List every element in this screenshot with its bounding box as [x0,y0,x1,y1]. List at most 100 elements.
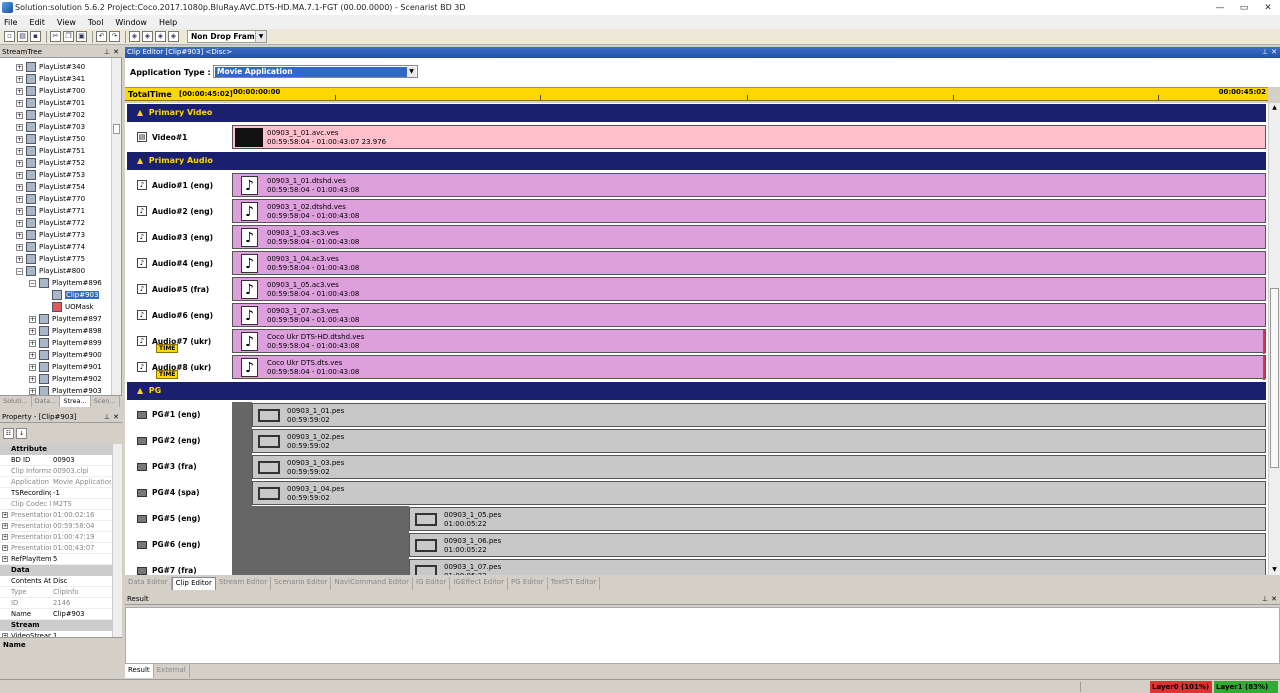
chevron-down-icon[interactable]: ▼ [407,67,416,77]
audio-clip[interactable]: ♪ 00903_1_03.ac3.ves 00:59:58:04 - 01:00:4… [232,225,1266,249]
tree-item-playlist[interactable]: + PlayList#703 [16,121,85,133]
tree-item-playitem[interactable]: + PlayItem#902 [29,373,102,385]
scroll-thumb[interactable] [113,124,120,134]
pg-track-label[interactable]: PG#4 (spa) [137,488,200,497]
editor-tab[interactable]: Data Editor [125,577,172,590]
expand-toggle-icon[interactable]: + [2,545,8,551]
audio-clip[interactable]: ♪ 00903_1_02.dtshd.ves 00:59:58:04 - 01:00… [232,199,1266,223]
expand-toggle-icon[interactable]: + [16,219,23,227]
property-row[interactable]: +PresentationEndTime00:59:58:04 [0,521,112,532]
tree-item-playlist[interactable]: + PlayList#702 [16,109,85,121]
audio-clip[interactable]: ♪ Coco Ukr DTS-HD.dtshd.ves 00:59:58:04 - … [232,329,1266,354]
property-value[interactable]: 00903.clpi [53,466,111,477]
expand-toggle-icon[interactable]: + [16,87,23,95]
tree-item-playitem[interactable]: + PlayItem#903 [29,385,102,395]
tab-stream[interactable]: Strea... [60,396,91,407]
property-row[interactable]: Type ClipInfo [0,587,112,598]
audio-track-label[interactable]: ♪ Audio#1 (eng) [137,180,213,190]
property-row[interactable]: Contents AttributeDisc [0,576,112,587]
property-row[interactable]: Application TypeMovie Application [0,477,112,488]
menu-tool[interactable]: Tool [88,18,104,27]
expand-toggle-icon[interactable]: + [16,63,23,71]
property-value[interactable]: 00903 [53,455,111,466]
property-value[interactable]: Disc [53,576,111,587]
expand-toggle-icon[interactable]: + [16,243,23,251]
tab-scenario[interactable]: Scen... [91,396,120,407]
pg-clip[interactable]: 00903_1_02.pes 00:59:59:02 [252,429,1266,453]
minimize-button[interactable]: — [1208,0,1232,15]
tree-item-playlist[interactable]: + PlayList#751 [16,145,85,157]
close-button[interactable]: ✕ [1256,0,1280,15]
pg-track-label[interactable]: PG#1 (eng) [137,410,200,419]
expand-toggle-icon[interactable]: + [16,183,23,191]
category-attribute[interactable]: Attribute [0,444,112,455]
redo-icon[interactable]: ↷ [109,31,120,42]
property-row[interactable]: +PresentationStartTime01:00:02:16 [0,510,112,521]
expand-toggle-icon[interactable]: + [2,556,8,562]
expand-toggle-icon[interactable]: + [16,75,23,83]
property-row[interactable]: + RefPlayItem 5 [0,554,112,565]
menu-edit[interactable]: Edit [29,18,45,27]
application-type-select[interactable]: Movie Application ▼ [213,65,418,78]
tab-solution[interactable]: Soluti... [0,396,32,407]
expand-toggle-icon[interactable]: + [16,231,23,239]
editor-tab[interactable]: TextST Editor [548,577,601,590]
property-value[interactable]: 2146 [53,598,111,609]
close-icon[interactable]: ✕ [113,412,119,423]
tree-item-playlist[interactable]: + PlayList#772 [16,217,85,229]
expand-toggle-icon[interactable]: − [16,267,23,275]
close-icon[interactable]: ✕ [113,47,119,58]
property-value[interactable]: 01:00:47:19 [53,532,111,543]
expand-toggle-icon[interactable]: + [16,147,23,155]
editor-tab[interactable]: Clip Editor [171,577,216,590]
pg-track-label[interactable]: PG#2 (eng) [137,436,200,445]
tree-item-uomask[interactable]: UOMask [42,301,94,313]
expand-toggle-icon[interactable]: + [29,315,36,323]
expand-toggle-icon[interactable]: + [16,135,23,143]
build-icon[interactable]: ◈ [129,31,140,42]
pin-icon[interactable]: ⊥ [1262,594,1268,605]
mux-icon[interactable]: ◈ [142,31,153,42]
audio-track-label[interactable]: ♪ Audio#3 (eng) [137,232,213,242]
expand-toggle-icon[interactable]: + [16,123,23,131]
tree-item-playlist[interactable]: + PlayList#775 [16,253,85,265]
expand-toggle-icon[interactable]: + [16,255,23,263]
pg-track-label[interactable]: PG#5 (eng) [137,514,200,523]
tree-item-playitem[interactable]: + PlayItem#901 [29,361,102,373]
tree-item-playlist[interactable]: − PlayList#800 [16,265,85,277]
property-value[interactable]: ClipInfo [53,587,111,598]
pg-clip[interactable]: 00903_1_04.pes 00:59:59:02 [252,481,1266,505]
menu-window[interactable]: Window [115,18,147,27]
expand-toggle-icon[interactable]: + [16,171,23,179]
format-icon[interactable]: ◈ [155,31,166,42]
property-value[interactable]: M2TS [53,499,111,510]
property-value[interactable]: 01:00:02:16 [53,510,111,521]
tab-external[interactable]: External [154,664,190,678]
property-row[interactable]: TSRecordingRate-1 [0,488,112,499]
property-row[interactable]: Name Clip#903 [0,609,112,620]
section-primary-audio[interactable]: ▲ Primary Audio [127,152,1266,170]
tab-data[interactable]: Data... [32,396,61,407]
menu-view[interactable]: View [57,18,76,27]
clip-editor-scrollbar[interactable]: ▲ ▼ [1268,103,1280,575]
category-data[interactable]: Data [0,565,112,576]
tree-item-clip[interactable]: Clip#903 [42,289,100,301]
expand-toggle-icon[interactable]: + [16,111,23,119]
scroll-thumb[interactable] [1270,288,1279,468]
cut-icon[interactable]: ✂ [50,31,61,42]
property-row[interactable]: +PresentationDuration01:00:47:19 [0,532,112,543]
expand-toggle-icon[interactable]: + [29,351,36,359]
menu-help[interactable]: Help [159,18,177,27]
scroll-down-icon[interactable]: ▼ [1270,565,1279,575]
expand-toggle-icon[interactable]: + [29,339,36,347]
open-icon[interactable]: ▤ [17,31,28,42]
expand-toggle-icon[interactable]: + [16,159,23,167]
expand-toggle-icon[interactable]: + [2,534,8,540]
property-value[interactable]: 5 [53,554,111,565]
tree-item-playitem[interactable]: − PlayItem#896 [29,277,102,289]
expand-toggle-icon[interactable]: + [2,512,8,518]
pg-clip[interactable]: 00903_1_01.pes 00:59:59:02 [252,403,1266,427]
tree-item-playlist[interactable]: + PlayList#754 [16,181,85,193]
tree-item-playlist[interactable]: + PlayList#340 [16,61,85,73]
pin-icon[interactable]: ⊥ [1262,47,1268,58]
